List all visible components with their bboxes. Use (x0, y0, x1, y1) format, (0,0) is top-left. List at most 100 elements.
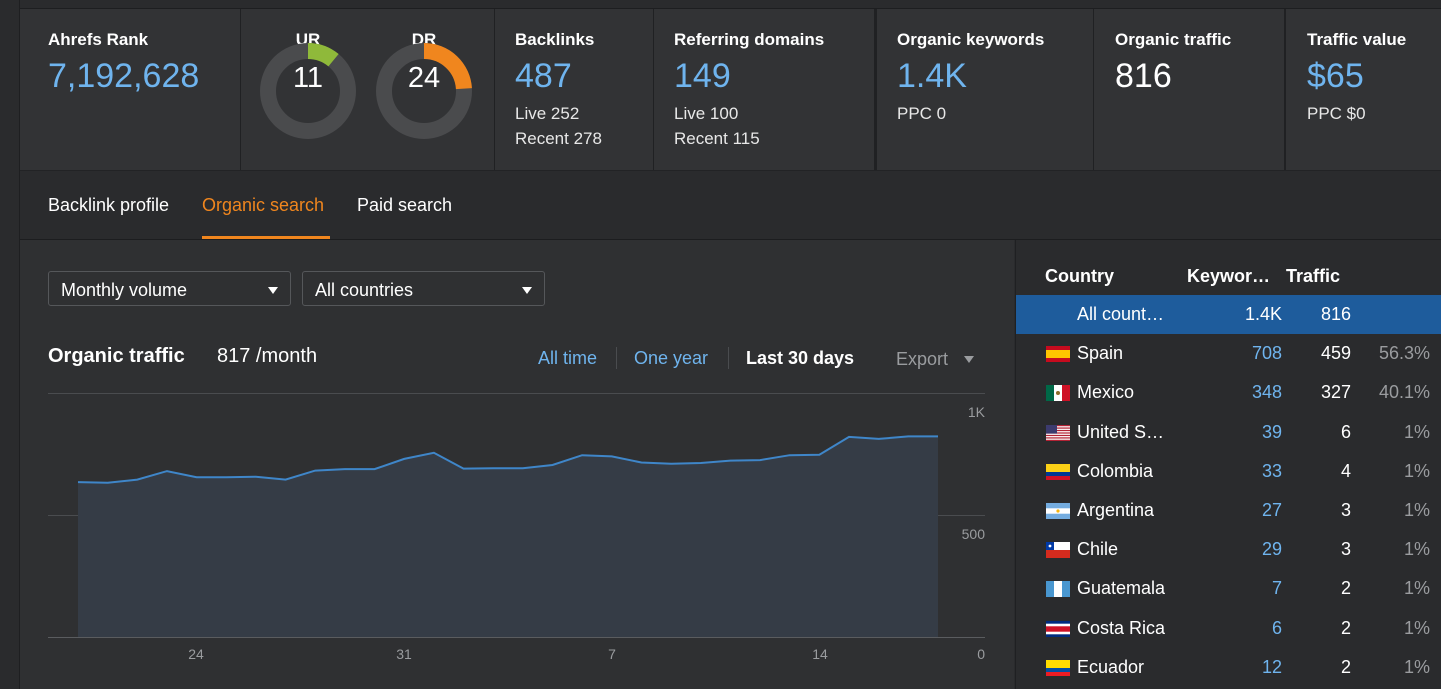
referring-domains-label: Referring domains (674, 30, 825, 49)
country-traffic-share: 1% (1403, 578, 1430, 599)
country-row[interactable]: United S… 39 6 1% (1016, 413, 1441, 452)
organic-traffic-value: 816 (1115, 57, 1172, 95)
country-traffic: 2 (1340, 656, 1351, 677)
tab-backlink-profile[interactable]: Backlink profile (48, 195, 169, 216)
backlinks-value[interactable]: 487 (515, 57, 572, 96)
country-row[interactable]: Spain 708 459 56.3% (1016, 334, 1441, 373)
country-traffic-share: 1% (1403, 421, 1430, 442)
country-traffic: 3 (1340, 539, 1351, 560)
left-gutter (0, 0, 20, 689)
country-name: Mexico (1077, 382, 1135, 403)
country-name: Spain (1077, 343, 1124, 364)
country-keywords[interactable]: 12 (1262, 657, 1282, 678)
x-tick-label: 14 (812, 646, 828, 662)
country-row[interactable]: Argentina 27 3 1% (1016, 491, 1441, 530)
backlinks-cell: Backlinks 487 Live 252 Recent 278 (495, 9, 654, 170)
colombia-flag (1046, 463, 1070, 480)
backlinks-label: Backlinks (515, 30, 595, 49)
ahrefs-rank-label: Ahrefs Rank (48, 30, 149, 49)
keywords-column-header[interactable]: Keywor… (1187, 266, 1270, 287)
organic-keywords-ppc: PPC 0 (897, 104, 947, 123)
tabs-bar: Backlink profile Organic search Paid sea… (20, 171, 1441, 240)
country-row[interactable]: Mexico 348 327 40.1% (1016, 373, 1441, 412)
x-tick-label: 7 (608, 646, 616, 662)
country-keywords[interactable]: 6 (1272, 618, 1282, 639)
country-traffic-share: 1% (1403, 656, 1430, 677)
country-traffic: 6 (1340, 421, 1351, 442)
metrics-bar: Ahrefs Rank 7,192,628 UR 11 DR 24 Backli… (20, 9, 1441, 171)
country-name: Costa Rica (1077, 617, 1166, 638)
country-traffic-share: 1% (1403, 460, 1430, 481)
volume-select[interactable]: Monthly volume (48, 271, 291, 306)
country-row[interactable]: Chile 29 3 1% (1016, 530, 1441, 569)
chevron-down-icon (522, 287, 532, 294)
range-separator (728, 347, 729, 369)
chevron-down-icon (964, 356, 974, 363)
ahrefs-rank-value[interactable]: 7,192,628 (48, 57, 199, 96)
organic-chart-panel: Monthly volume All countries Organic tra… (20, 240, 1014, 689)
country-keywords: 1.4K (1244, 304, 1282, 324)
range-last-30-days[interactable]: Last 30 days (746, 348, 854, 369)
country-keywords[interactable]: 29 (1262, 539, 1282, 560)
countries-select-value: All countries (315, 280, 414, 300)
country-table: Country Keywor… Traffic All count… 1.4K 81… (1015, 240, 1441, 689)
dr-gauge[interactable]: DR 24 (374, 9, 474, 149)
country-keywords[interactable]: 39 (1262, 422, 1282, 443)
traffic-area (78, 436, 938, 637)
country-traffic: 2 (1340, 617, 1351, 638)
referring-domains-cell: Referring domains 149 Live 100 Recent 11… (654, 9, 875, 170)
country-keywords[interactable]: 348 (1252, 382, 1282, 403)
x-tick-label: 31 (396, 646, 412, 662)
argentina-flag (1046, 503, 1070, 519)
organic-keywords-cell: Organic keywords 1.4K PPC 0 (875, 9, 1094, 170)
country-traffic: 4 (1340, 460, 1351, 481)
tab-organic-search[interactable]: Organic search (202, 195, 324, 216)
country-traffic-share: 1% (1403, 539, 1430, 560)
country-row[interactable]: Costa Rica 6 2 1% (1016, 609, 1441, 648)
range-separator (616, 347, 617, 369)
country-name: All count… (1077, 304, 1165, 324)
country-keywords[interactable]: 708 (1252, 343, 1282, 364)
country-row[interactable]: Guatemala 7 2 1% (1016, 569, 1441, 608)
country-keywords[interactable]: 7 (1272, 578, 1282, 599)
traffic-column-header[interactable]: Traffic (1286, 266, 1340, 287)
referring-domains-value[interactable]: 149 (674, 57, 731, 96)
y-tick-label: 500 (962, 526, 986, 542)
range-all-time[interactable]: All time (538, 348, 597, 369)
country-name: Argentina (1077, 500, 1155, 520)
country-traffic-share: 40.1% (1378, 382, 1430, 403)
country-traffic-share: 1% (1403, 617, 1430, 638)
traffic-value-ppc: PPC $0 (1307, 104, 1366, 123)
usa-flag (1046, 424, 1070, 441)
countries-select[interactable]: All countries (302, 271, 545, 306)
ahrefs-rank-cell: Ahrefs Rank 7,192,628 (20, 9, 241, 170)
organic-traffic-chart: 1K 500 0 24 31 7 14 (48, 393, 986, 662)
organic-keywords-value[interactable]: 1.4K (897, 57, 967, 96)
country-column-header[interactable]: Country (1045, 266, 1114, 287)
range-one-year[interactable]: One year (634, 348, 708, 369)
country-row-all[interactable]: All count… 1.4K 816 (1016, 295, 1441, 334)
country-row[interactable]: Ecuador 12 2 1% (1016, 648, 1441, 687)
country-keywords[interactable]: 33 (1262, 461, 1282, 482)
country-traffic-share: 1% (1403, 500, 1430, 520)
tab-paid-search[interactable]: Paid search (357, 195, 452, 216)
costa-rica-flag (1046, 620, 1070, 637)
country-name: Ecuador (1077, 656, 1145, 677)
chile-flag (1046, 542, 1070, 559)
country-name: United S… (1077, 421, 1165, 442)
country-name: Chile (1077, 539, 1119, 560)
organic-keywords-label: Organic keywords (897, 30, 1045, 49)
country-row[interactable]: Colombia 33 4 1% (1016, 452, 1441, 491)
traffic-value-label: Traffic value (1307, 30, 1407, 49)
organic-traffic-label: Organic traffic (1115, 30, 1232, 49)
referring-domains-live: Live 100 (674, 104, 739, 123)
y-tick-label: 0 (977, 646, 985, 662)
export-button[interactable]: Export (896, 349, 974, 370)
traffic-value-value[interactable]: $65 (1307, 57, 1364, 96)
active-tab-indicator (202, 236, 330, 239)
ur-gauge[interactable]: UR 11 (258, 9, 358, 149)
spain-flag (1046, 346, 1070, 363)
country-keywords[interactable]: 27 (1262, 500, 1282, 521)
country-traffic: 3 (1340, 500, 1351, 520)
export-label: Export (896, 349, 949, 369)
